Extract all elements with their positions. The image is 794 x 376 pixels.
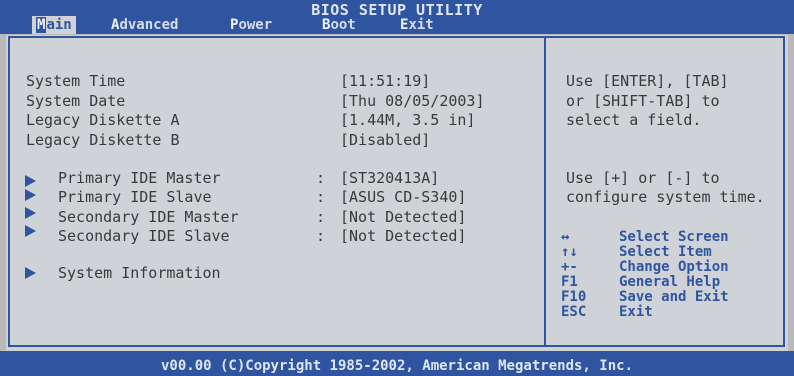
tab-exit-label: xit	[408, 17, 434, 33]
copyright-text: v00.00 (C)Copyright 1985-2002, American …	[160, 358, 633, 374]
key-left-right-icon: ↔	[561, 229, 570, 245]
primary-ide-slave-label[interactable]: Primary IDE Slave	[58, 188, 212, 206]
legacy-diskette-a-label[interactable]: Legacy Diskette A	[26, 111, 180, 129]
key-desc: Change Option	[619, 259, 729, 275]
system-time-value[interactable]: [11:51:19]	[340, 72, 430, 90]
system-information-label[interactable]: System Information	[58, 264, 221, 282]
key-desc: Exit	[619, 304, 653, 320]
tab-advanced[interactable]: Advanced	[107, 16, 182, 34]
primary-ide-master-value: [ST320413A]	[340, 169, 440, 187]
submenu-arrow-icon	[25, 175, 36, 187]
submenu-arrow-icon	[25, 225, 36, 237]
tab-boot-label: oot	[330, 17, 356, 33]
secondary-ide-slave-value: [Not Detected]	[340, 227, 467, 245]
colon: :	[316, 227, 326, 245]
tab-exit[interactable]: Exit	[396, 16, 438, 34]
key-f1: F1	[561, 274, 578, 290]
submenu-arrow-icon	[25, 267, 36, 279]
system-date-value[interactable]: [Thu 08/05/2003]	[340, 92, 485, 110]
legacy-diskette-b-label[interactable]: Legacy Diskette B	[26, 131, 180, 149]
tab-boot[interactable]: Boot	[318, 16, 360, 34]
colon: :	[316, 169, 326, 187]
tab-power-label: ower	[238, 17, 273, 33]
tab-main[interactable]: Main	[32, 16, 76, 34]
submenu-arrow-icon	[25, 207, 36, 219]
key-desc: Save and Exit	[619, 289, 729, 305]
key-plus-minus: +-	[561, 259, 578, 275]
key-desc: Select Screen	[619, 229, 729, 245]
colon: :	[316, 208, 326, 226]
tab-main-label: ain	[46, 17, 72, 33]
help-line: Use [+] or [-] to	[566, 169, 720, 187]
key-f10: F10	[561, 289, 587, 305]
secondary-ide-master-value: [Not Detected]	[340, 208, 467, 226]
legacy-diskette-b-value[interactable]: [Disabled]	[340, 131, 430, 149]
system-time-label[interactable]: System Time	[26, 72, 125, 90]
secondary-ide-slave-label[interactable]: Secondary IDE Slave	[58, 227, 230, 245]
primary-ide-master-label[interactable]: Primary IDE Master	[58, 169, 221, 187]
key-desc: Select Item	[619, 244, 712, 260]
submenu-arrow-icon	[25, 189, 36, 201]
system-date-label[interactable]: System Date	[26, 92, 125, 110]
tab-main-hotkey: M	[36, 17, 47, 33]
tab-power[interactable]: Power	[226, 16, 276, 34]
tab-advanced-label: dvanced	[119, 17, 179, 33]
legacy-diskette-a-value[interactable]: [1.44M, 3.5 in]	[340, 111, 475, 129]
primary-ide-slave-value: [ASUS CD-S340]	[340, 188, 467, 206]
key-esc: ESC	[561, 304, 587, 320]
secondary-ide-master-label[interactable]: Secondary IDE Master	[58, 208, 239, 226]
colon: :	[316, 188, 326, 206]
key-up-down-icon: ↑↓	[561, 244, 578, 260]
help-line: configure system time.	[566, 188, 765, 206]
help-divider	[544, 36, 546, 347]
help-line: select a field.	[566, 111, 702, 129]
key-desc: General Help	[619, 274, 721, 290]
help-line: Use [ENTER], [TAB]	[566, 72, 729, 90]
help-line: or [SHIFT-TAB] to	[566, 92, 720, 110]
